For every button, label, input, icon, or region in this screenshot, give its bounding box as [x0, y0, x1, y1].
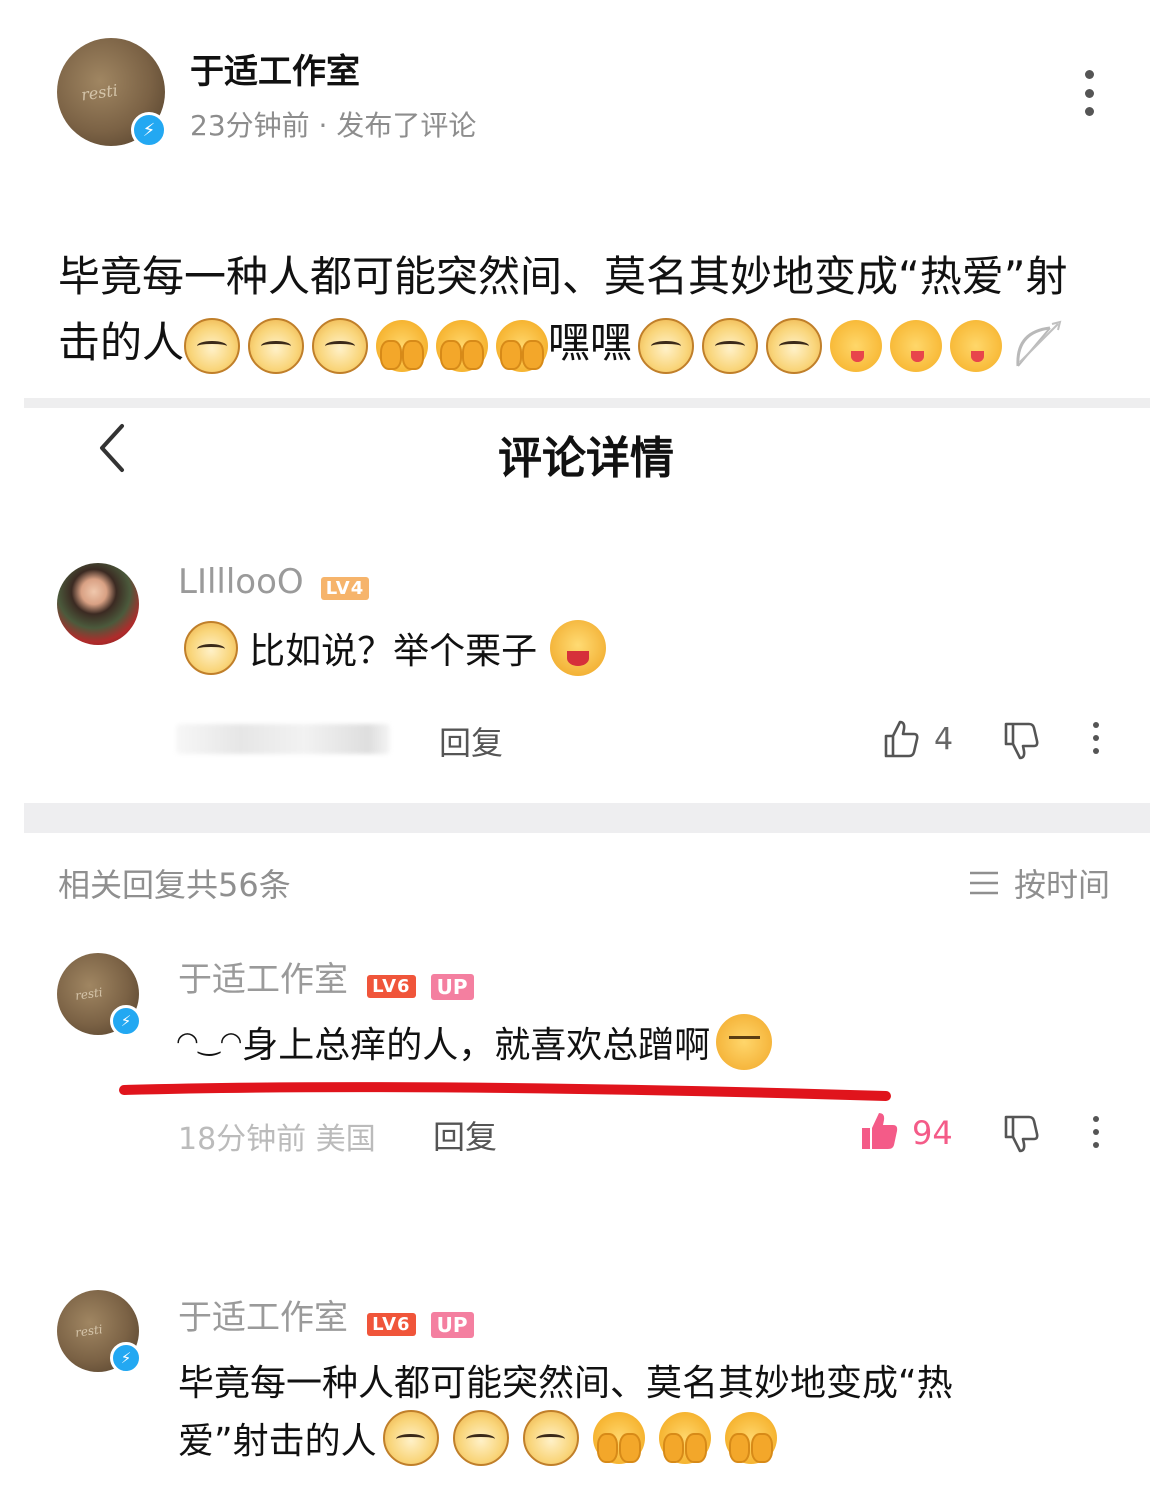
section-divider [24, 398, 1150, 408]
level-badge: LV4 [320, 577, 370, 600]
dog-emoji-icon [766, 317, 823, 374]
post-text-line2: 击的人 嘿嘿 [58, 310, 1064, 376]
section-divider [24, 803, 1150, 833]
main-comment-body: 比如说？举个栗子 [184, 620, 607, 676]
verified-icon: ⚡ [110, 1005, 142, 1037]
doge-emoji-icon [184, 317, 241, 374]
page-title: 评论详情 [498, 433, 674, 484]
wink-tongue-emoji-icon [950, 319, 1003, 372]
thumbs-up-filled-icon[interactable] [858, 1110, 900, 1152]
doge-emoji-icon [184, 621, 238, 675]
post-text-line1: 毕竟每一种人都可能突然间、莫名其妙地变成“热爱”射 [58, 252, 1068, 301]
doge-emoji-icon [382, 1410, 439, 1466]
verified-icon: ⚡ [110, 1342, 142, 1374]
sort-lines-icon [970, 871, 998, 895]
blurred-timestamp [176, 724, 390, 754]
doge-emoji-icon [248, 317, 305, 374]
doge-emoji-icon [522, 1410, 579, 1466]
cover-face-emoji-icon [592, 1412, 645, 1464]
replies-summary: 相关回复共56条 [58, 866, 291, 904]
sort-toggle[interactable]: 按时间 [968, 860, 1110, 906]
reply1-text: 身上总痒的人，就喜欢总蹭啊 [242, 1025, 711, 1066]
cover-face-emoji-icon [724, 1412, 777, 1464]
commenter-username-row: LIlllooO LV4 [178, 562, 370, 602]
wink-tongue-emoji-icon [890, 319, 943, 372]
cover-face-emoji-icon [658, 1412, 711, 1464]
bow-arrow-icon [1016, 320, 1062, 367]
avatar-scribble: resti [79, 80, 119, 105]
smug-emoji-icon [716, 1014, 773, 1070]
verified-icon: ⚡ [131, 112, 167, 148]
reply1-timestamp: 18分钟前 美国 [178, 1122, 376, 1157]
reply2-username-row: 于适工作室 LV6 UP [178, 1290, 474, 1339]
like-count: 4 [934, 722, 954, 757]
wink-tongue-emoji-icon [830, 319, 883, 372]
up-badge: UP [430, 1311, 474, 1338]
level-badge: LV6 [367, 1313, 416, 1336]
eating-emoji-icon [550, 620, 607, 676]
commenter-avatar[interactable] [57, 563, 139, 645]
cover-face-emoji-icon [376, 319, 429, 372]
doge-emoji-icon [312, 317, 369, 374]
level-badge: LV6 [367, 975, 416, 998]
reply-author-avatar[interactable]: resti ⚡ [57, 953, 142, 1037]
reply1-body: ◠‿◠身上总痒的人，就喜欢总蹭啊 [176, 1014, 773, 1070]
dog-emoji-icon [638, 317, 695, 374]
doge-emoji-icon [452, 1410, 509, 1466]
comment-more-icon[interactable] [1090, 1116, 1102, 1148]
main-comment-text: 比如说？举个栗子 [249, 631, 538, 672]
avatar-scribble: resti [74, 1322, 104, 1341]
post-text-prefix: 击的人 [58, 318, 185, 367]
reply2-text-line2: 爱”射击的人 [178, 1421, 377, 1462]
post-text-mid: 嘿嘿 [548, 318, 633, 367]
reply-button[interactable]: 回复 [439, 718, 503, 764]
post-author-avatar[interactable]: resti ⚡ [57, 38, 167, 148]
dog-emoji-icon [702, 317, 759, 374]
reply2-line2: 爱”射击的人 [178, 1410, 777, 1466]
reply2-username[interactable]: 于适工作室 [178, 1298, 348, 1338]
avatar-scribble: resti [74, 985, 104, 1004]
cover-face-emoji-icon [436, 319, 489, 372]
commenter-username[interactable]: LIlllooO [178, 562, 304, 602]
thumbs-down-icon[interactable] [1000, 1113, 1042, 1155]
back-arrow-icon[interactable] [92, 420, 132, 476]
like-count: 94 [912, 1114, 953, 1152]
sort-label: 按时间 [1014, 866, 1111, 904]
reply-button[interactable]: 回复 [433, 1112, 497, 1158]
post-author-name[interactable]: 于适工作室 [190, 44, 360, 93]
thumbs-up-icon[interactable] [880, 718, 922, 760]
comment-more-icon[interactable] [1090, 722, 1102, 754]
kaomoji: ◠‿◠ [176, 1027, 243, 1057]
reply1-username[interactable]: 于适工作室 [178, 960, 348, 1000]
reply1-username-row: 于适工作室 LV6 UP [178, 952, 474, 1001]
more-options-icon[interactable] [1082, 70, 1096, 116]
reply-author-avatar[interactable]: resti ⚡ [57, 1290, 142, 1374]
red-underline-mark [119, 1082, 891, 1101]
cover-face-emoji-icon [496, 319, 549, 372]
reply2-text-line1: 毕竟每一种人都可能突然间、莫名其妙地变成“热 [178, 1363, 953, 1404]
thumbs-down-icon[interactable] [1000, 720, 1042, 762]
post-meta: 23分钟前 · 发布了评论 [190, 109, 477, 142]
up-badge: UP [430, 973, 474, 1000]
